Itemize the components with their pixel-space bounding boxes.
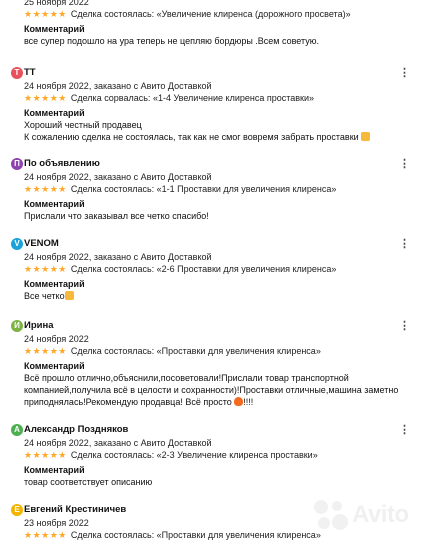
avatar: И	[11, 320, 23, 332]
review-card: П По объявлению ⋮ 24 ноября 2022, заказа…	[0, 157, 424, 222]
comment-line: Всё прошло отлично,объяснили,посоветовал…	[24, 373, 349, 383]
deal-status: Сделка состоялась: «2-3 Увеличение клире…	[70, 450, 318, 460]
watermark-text: Avito	[352, 501, 409, 528]
deal-status: Сделка состоялась: «Увеличение клиренса …	[70, 9, 351, 19]
rating-stars: ★★★★★	[24, 184, 67, 194]
comment-label: Комментарий	[24, 199, 85, 209]
review-date: 24 ноября 2022, заказано с Авито Доставк…	[24, 252, 212, 262]
thumbs-up-icon	[64, 291, 74, 300]
deal-status: Сделка состоялась: «Проставки для увелич…	[70, 346, 321, 356]
review-date: 24 ноября 2022, заказано с Авито Доставк…	[24, 81, 212, 91]
author-name[interactable]: VENOM	[24, 237, 59, 251]
review-card: А Александр Поздняков ⋮ 24 ноября 2022, …	[0, 423, 424, 488]
fire-icon	[234, 397, 244, 406]
deal-row: ★★★★★ Сделка состоялась: «1-1 Проставки д…	[24, 183, 424, 196]
avatar: V	[11, 238, 23, 250]
avatar: Е	[11, 504, 23, 516]
deal-status: Сделка состоялась: «1-1 Проставки для ув…	[70, 184, 337, 194]
review-card: 25 ноября 2022 ★★★★★ Сделка состоялась: «…	[0, 0, 424, 47]
deal-row: ★★★★★ Сделка сорвалась: «1-4 Увеличение к…	[24, 92, 424, 105]
review-date: 24 ноября 2022, заказано с Авито Доставк…	[24, 438, 212, 448]
author-name[interactable]: Ирина	[24, 319, 54, 333]
author-name[interactable]: Александр Поздняков	[24, 423, 128, 437]
comment-text: Прислали что заказывал все четко спасибо…	[24, 211, 209, 221]
comment-text: товар соответствует описанию	[24, 477, 153, 487]
avito-logo-icon	[314, 500, 348, 530]
review-date: 25 ноября 2022	[24, 0, 89, 7]
review-date: 24 ноября 2022, заказано с Авито Доставк…	[24, 172, 212, 182]
rating-stars: ★★★★★	[24, 530, 67, 540]
more-menu-icon[interactable]: ⋮	[399, 158, 410, 170]
deal-row: ★★★★★ Сделка состоялась: «2-6 Проставки д…	[24, 263, 424, 276]
author-name[interactable]: TT	[24, 66, 36, 80]
avatar: T	[11, 67, 23, 79]
comment-label: Комментарий	[24, 279, 85, 289]
comment-label: Комментарий	[24, 361, 85, 371]
rating-stars: ★★★★★	[24, 346, 67, 356]
comment-line: компанией,получила всё в целости и сохра…	[24, 385, 399, 395]
rating-stars: ★★★★★	[24, 450, 67, 460]
review-date: 24 ноября 2022	[24, 334, 89, 344]
deal-status: Сделка состоялась: «2-6 Проставки для ув…	[70, 264, 337, 274]
deal-status: Сделка сорвалась: «1-4 Увеличение клирен…	[70, 93, 314, 103]
comment-text: все супер подошло на ура теперь не цепля…	[24, 36, 319, 46]
review-card: T TT ⋮ 24 ноября 2022, заказано с Авито …	[0, 66, 424, 143]
more-menu-icon[interactable]: ⋮	[399, 424, 410, 436]
rating-stars: ★★★★★	[24, 264, 67, 274]
deal-row: ★★★★★ Сделка состоялась: «Увеличение клир…	[24, 8, 424, 21]
thumbs-up-icon	[361, 132, 371, 141]
avatar: А	[11, 424, 23, 436]
deal-status: Сделка состоялась: «Проставки для увелич…	[70, 530, 321, 540]
comment-line: приподнялась!Рекомендую продавца! Всё пр…	[24, 397, 254, 407]
author-name[interactable]: По объявлению	[24, 157, 100, 171]
comment-line: Хороший честный продавец	[24, 120, 142, 130]
deal-row: ★★★★★ Сделка состоялась: «Проставки для у…	[24, 345, 424, 358]
rating-stars: ★★★★★	[24, 93, 67, 103]
deal-row: ★★★★★ Сделка состоялась: «2-3 Увеличение …	[24, 449, 424, 462]
more-menu-icon[interactable]: ⋮	[399, 238, 410, 250]
comment-label: Комментарий	[24, 465, 85, 475]
review-card: И Ирина ⋮ 24 ноября 2022 ★★★★★ Сделка сос…	[0, 319, 424, 408]
comment-line: К сожалению сделка не состоялась, так ка…	[24, 131, 404, 143]
rating-stars: ★★★★★	[24, 9, 67, 19]
comment-line: Все четко	[24, 290, 404, 302]
comment-label: Комментарий	[24, 108, 85, 118]
review-card: V VENOM ⋮ 24 ноября 2022, заказано с Ави…	[0, 237, 424, 302]
comment-label: Комментарий	[24, 24, 85, 34]
avito-watermark: Avito	[312, 498, 422, 534]
more-menu-icon[interactable]: ⋮	[399, 67, 410, 79]
more-menu-icon[interactable]: ⋮	[399, 320, 410, 332]
avatar: П	[11, 158, 23, 170]
author-name[interactable]: Евгений Крестиничев	[24, 503, 126, 517]
